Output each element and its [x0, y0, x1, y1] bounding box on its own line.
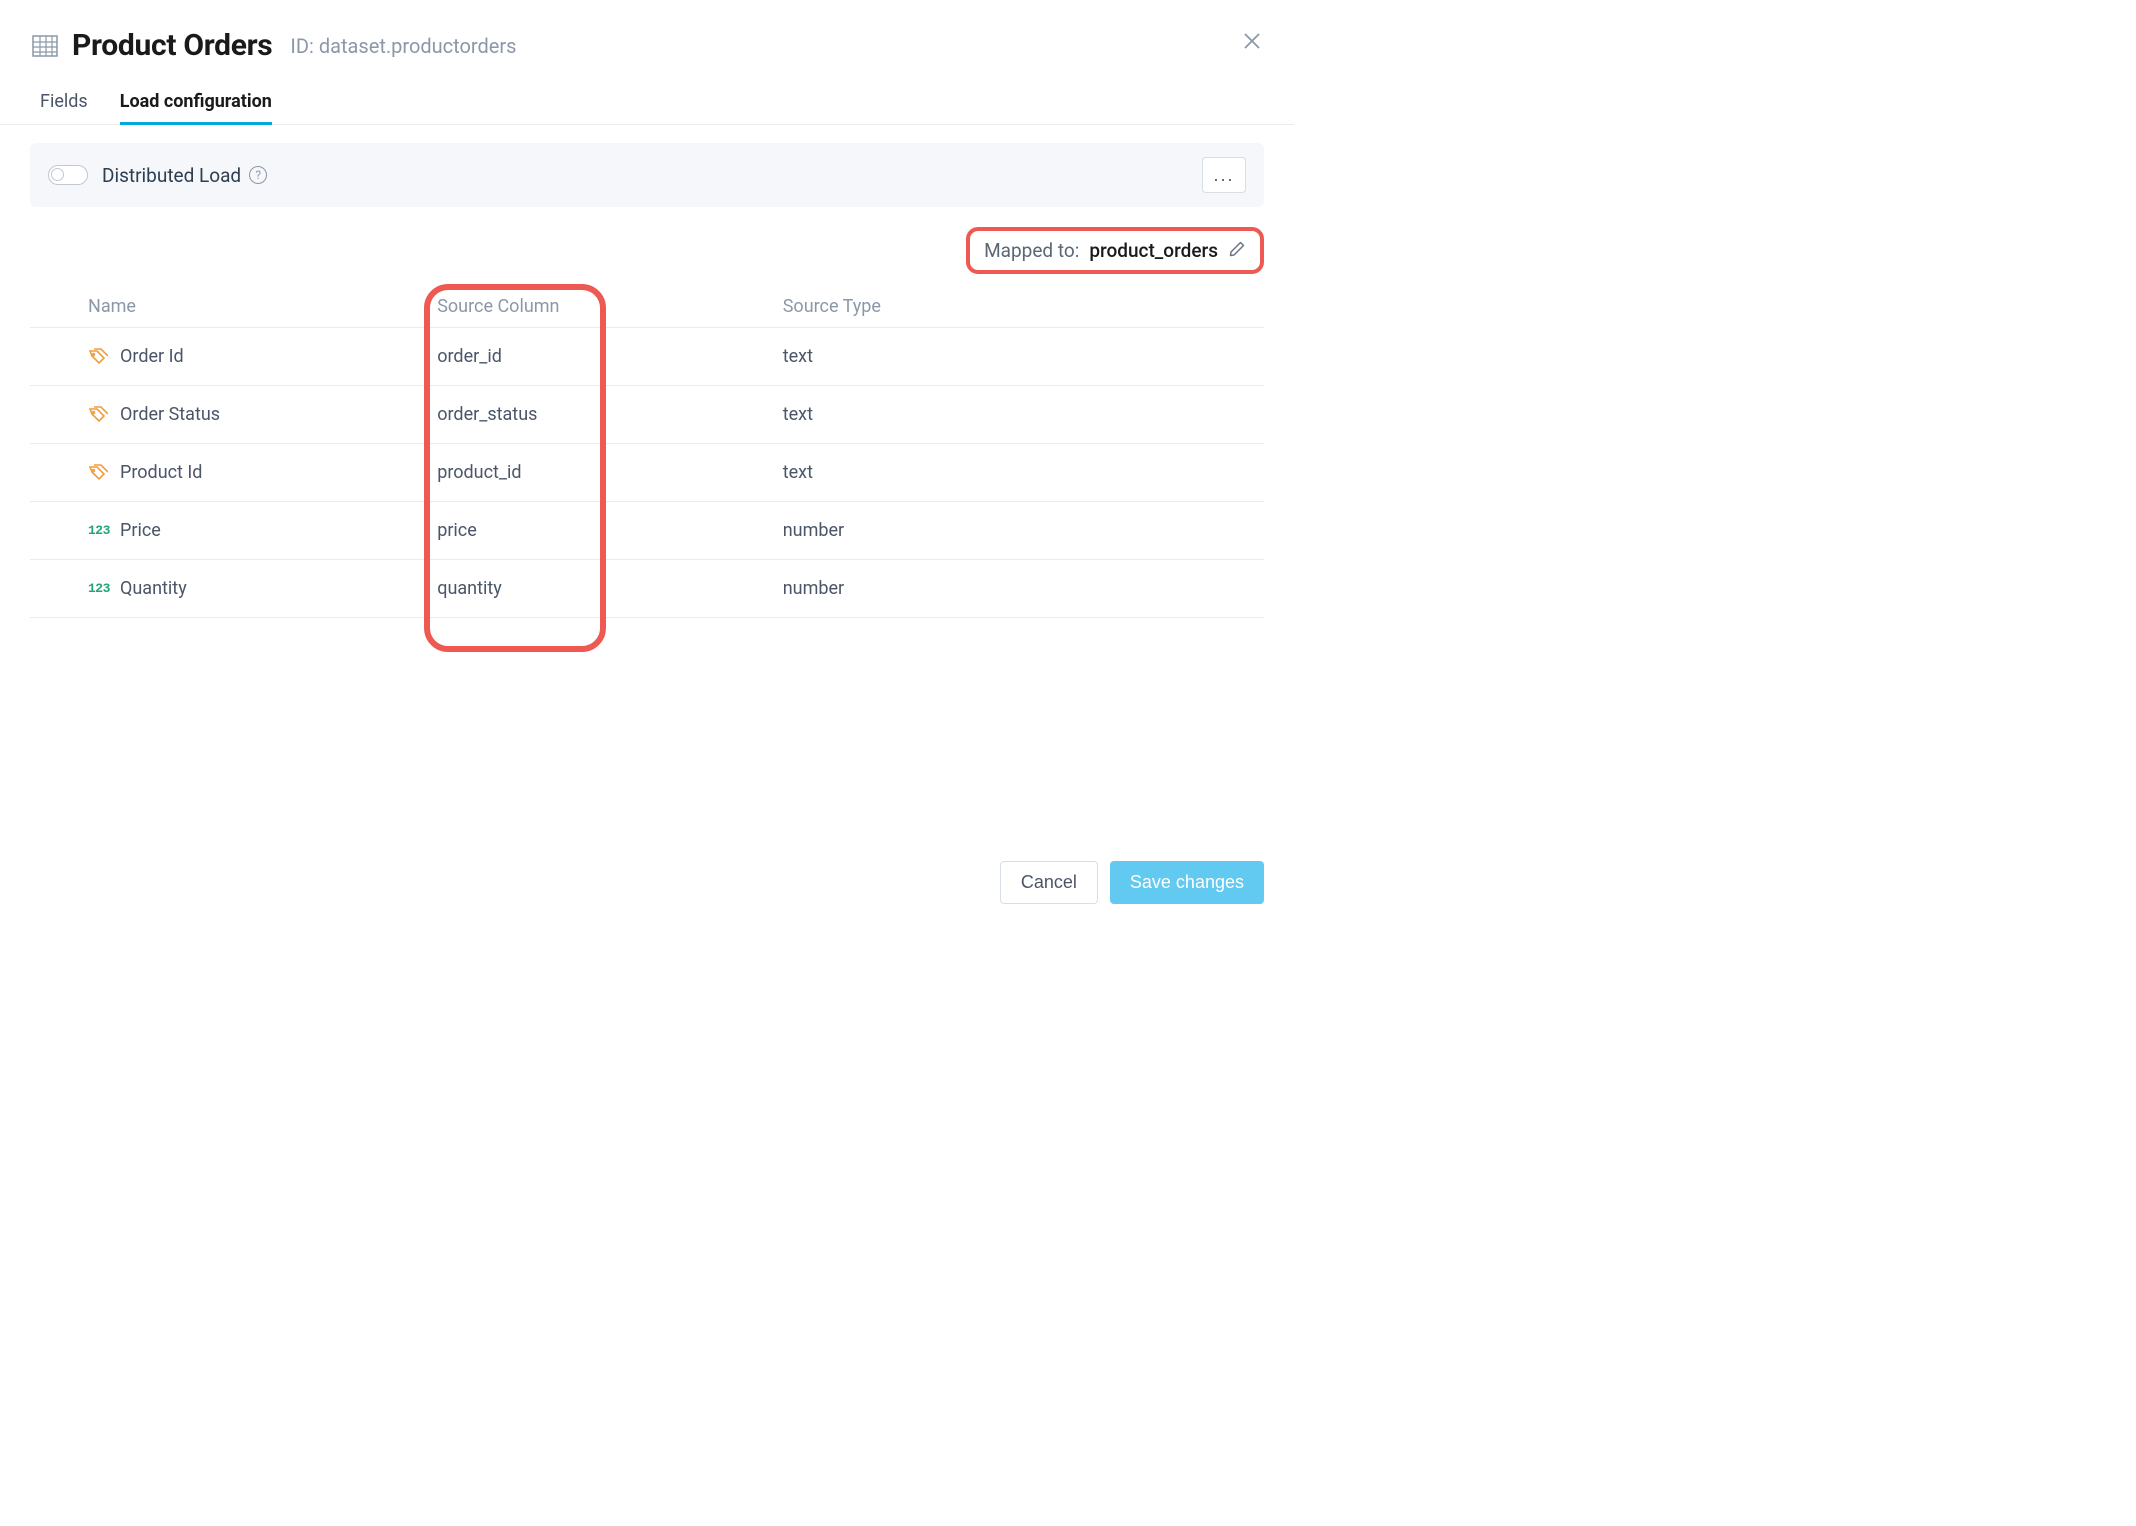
field-name: Order Status — [120, 404, 220, 425]
source-column-cell: price — [437, 502, 783, 560]
mapped-to-label: Mapped to: — [984, 239, 1079, 262]
close-button[interactable] — [1238, 28, 1266, 56]
fields-table-area: Name Source Column Source Type Order Id o… — [0, 274, 1294, 618]
field-name: Price — [120, 520, 161, 541]
help-icon[interactable]: ? — [249, 166, 267, 184]
col-header-source-column: Source Column — [437, 286, 783, 328]
modal-header: Product Orders ID: dataset.productorders — [0, 0, 1294, 73]
table-row[interactable]: 123 Quantity quantitynumber — [30, 560, 1264, 618]
dataset-config-modal: Product Orders ID: dataset.productorders… — [0, 0, 1294, 924]
pencil-icon — [1228, 240, 1246, 258]
source-column-cell: quantity — [437, 560, 783, 618]
table-row[interactable]: Order Id order_idtext — [30, 328, 1264, 386]
tag-icon — [88, 347, 110, 367]
col-header-name: Name — [30, 286, 437, 328]
tag-icon — [88, 463, 110, 483]
config-bar: Distributed Load ? ... — [30, 143, 1264, 207]
col-header-source-type: Source Type — [783, 286, 1264, 328]
table-row[interactable]: 123 Price pricenumber — [30, 502, 1264, 560]
field-name: Product Id — [120, 462, 202, 483]
source-column-cell: order_id — [437, 328, 783, 386]
source-type-cell: text — [783, 328, 1264, 386]
source-column-cell: order_status — [437, 386, 783, 444]
field-name: Quantity — [120, 578, 187, 599]
table-icon — [32, 35, 58, 57]
source-column-cell: product_id — [437, 444, 783, 502]
dataset-id: ID: dataset.productorders — [290, 34, 516, 58]
source-type-cell: text — [783, 444, 1264, 502]
table-row[interactable]: Product Id product_idtext — [30, 444, 1264, 502]
source-type-cell: number — [783, 560, 1264, 618]
number-icon: 123 — [88, 581, 110, 596]
source-type-cell: text — [783, 386, 1264, 444]
save-button[interactable]: Save changes — [1110, 861, 1264, 904]
modal-footer: Cancel Save changes — [1000, 861, 1264, 904]
tag-icon — [88, 405, 110, 425]
source-type-cell: number — [783, 502, 1264, 560]
close-icon — [1242, 31, 1262, 54]
mapped-to-highlight: Mapped to: product_orders — [966, 227, 1264, 274]
table-row[interactable]: Order Status order_statustext — [30, 386, 1264, 444]
tabs: Fields Load configuration — [0, 73, 1294, 125]
page-title: Product Orders — [72, 28, 272, 63]
field-name: Order Id — [120, 346, 184, 367]
edit-mapping-button[interactable] — [1228, 240, 1246, 262]
tab-load-configuration[interactable]: Load configuration — [120, 91, 272, 125]
more-button[interactable]: ... — [1202, 157, 1246, 193]
cancel-button[interactable]: Cancel — [1000, 861, 1098, 904]
tab-fields[interactable]: Fields — [40, 91, 88, 125]
fields-table: Name Source Column Source Type Order Id o… — [30, 286, 1264, 618]
number-icon: 123 — [88, 523, 110, 538]
mapped-to-value: product_orders — [1089, 239, 1218, 262]
distributed-load-toggle[interactable] — [48, 165, 88, 185]
distributed-load-label: Distributed Load ? — [102, 164, 267, 187]
